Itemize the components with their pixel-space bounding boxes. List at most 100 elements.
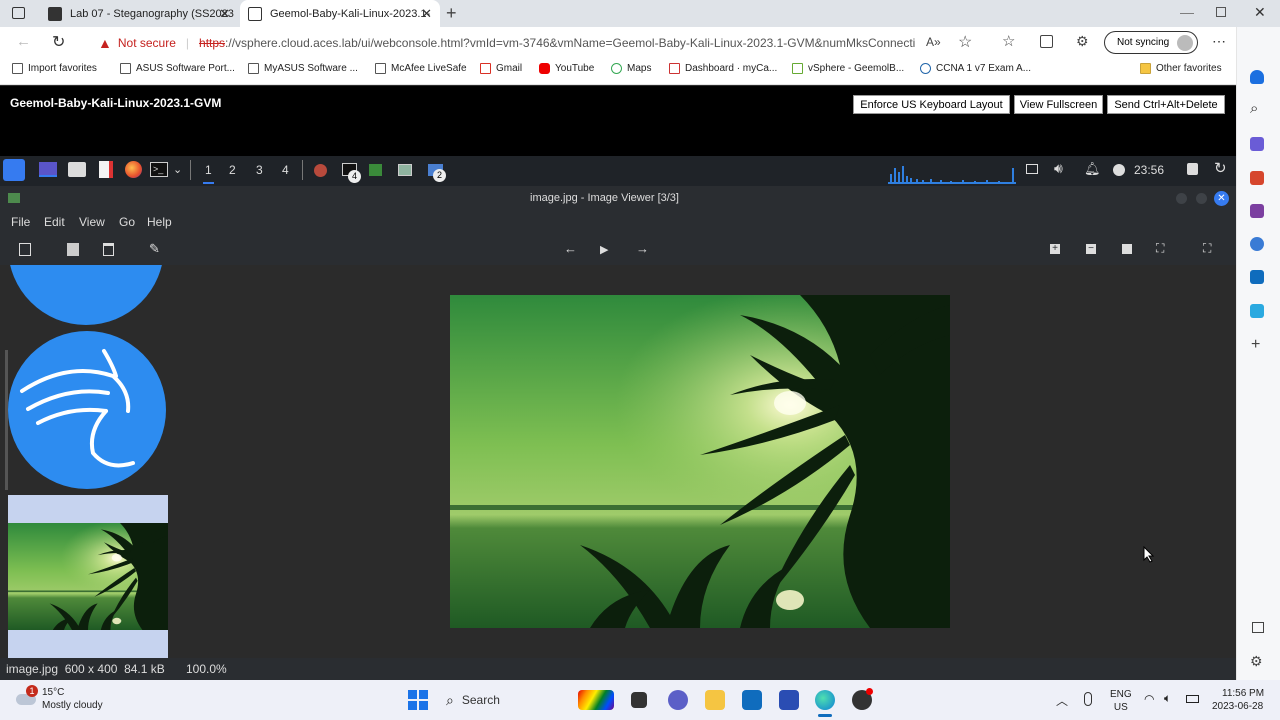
- search-icon[interactable]: ⌕: [1250, 100, 1258, 117]
- lock-icon[interactable]: [1187, 163, 1198, 175]
- wifi-icon[interactable]: ◠: [1144, 692, 1154, 706]
- office-icon[interactable]: [1250, 237, 1264, 251]
- bookmark-asus[interactable]: ASUS Software Port...: [120, 63, 235, 74]
- menu-go[interactable]: Go: [119, 215, 135, 229]
- microphone-icon[interactable]: [1084, 692, 1092, 706]
- send-ctrl-alt-delete-button[interactable]: Send Ctrl+Alt+Delete: [1107, 95, 1225, 114]
- next-icon[interactable]: →: [636, 241, 649, 256]
- minimize-icon[interactable]: —: [1180, 4, 1194, 20]
- bookmark-other-favorites[interactable]: Other favorites: [1140, 63, 1222, 74]
- delete-icon[interactable]: [103, 243, 114, 256]
- enforce-keyboard-button[interactable]: Enforce US Keyboard Layout: [853, 95, 1010, 114]
- bookmark-gmail[interactable]: Gmail: [480, 63, 522, 74]
- thumbnail-kali-2[interactable]: [8, 331, 168, 493]
- favorite-star-icon[interactable]: ☆: [958, 32, 972, 52]
- text-editor-icon[interactable]: [99, 161, 113, 178]
- zoom-in-icon[interactable]: +: [1050, 244, 1060, 254]
- file-manager-icon[interactable]: [68, 162, 86, 177]
- bookmark-youtube[interactable]: YouTube: [539, 63, 594, 74]
- language-indicator[interactable]: ENG US: [1110, 688, 1132, 714]
- display-icon[interactable]: [1026, 164, 1038, 174]
- panel-clock[interactable]: 23:56: [1134, 163, 1164, 177]
- window-icon[interactable]: [12, 7, 25, 19]
- new-tab-icon[interactable]: +: [446, 3, 457, 24]
- bookmark-import[interactable]: Import favorites: [12, 63, 97, 74]
- edge-icon[interactable]: [815, 690, 835, 710]
- add-icon[interactable]: +: [1251, 336, 1260, 354]
- terminal-icon[interactable]: >_: [150, 162, 168, 177]
- workspace-4[interactable]: 4: [282, 163, 289, 177]
- app-window-icon[interactable]: [369, 164, 382, 176]
- tab-lab07[interactable]: Lab 07 - Steganography (SS2023 ✕: [40, 0, 238, 27]
- menu-help[interactable]: Help: [147, 215, 172, 229]
- workspace-1[interactable]: 1: [203, 163, 214, 184]
- kali-menu-icon[interactable]: [3, 159, 25, 181]
- logout-icon[interactable]: ↻: [1214, 159, 1227, 177]
- chess-icon[interactable]: [1250, 204, 1264, 218]
- more-icon[interactable]: ⋯: [1212, 33, 1226, 50]
- menu-edit[interactable]: Edit: [44, 215, 65, 229]
- start-icon[interactable]: [408, 690, 428, 710]
- bookmark-mcafee[interactable]: McAfee LiveSafe: [375, 63, 467, 74]
- menu-file[interactable]: File: [11, 215, 30, 229]
- power-status-icon[interactable]: [1113, 164, 1125, 176]
- read-aloud-icon[interactable]: A»: [926, 35, 941, 49]
- firefox-window-icon[interactable]: [314, 164, 327, 177]
- menu-view[interactable]: View: [79, 215, 105, 229]
- open-icon[interactable]: [19, 243, 31, 256]
- chevron-up-icon[interactable]: ︿: [1056, 692, 1068, 709]
- weather-widget[interactable]: 1 15°C Mostly cloudy: [16, 684, 116, 716]
- previous-icon[interactable]: ←: [564, 241, 577, 256]
- view-fullscreen-button[interactable]: View Fullscreen: [1014, 95, 1103, 114]
- close-tab-icon[interactable]: ✕: [421, 6, 432, 22]
- file-explorer-icon[interactable]: [705, 690, 725, 710]
- battery-icon[interactable]: [1186, 695, 1199, 703]
- tab-vsphere[interactable]: Geemol-Baby-Kali-Linux-2023.1- ✕: [240, 0, 440, 27]
- split-view-icon[interactable]: [1252, 622, 1264, 633]
- workspace-2[interactable]: 2: [229, 163, 236, 177]
- zoom-100-icon[interactable]: ⛶: [1156, 241, 1164, 256]
- bookmark-myasus[interactable]: MyASUS Software ...: [248, 63, 358, 74]
- image-viewer-window-icon[interactable]: [398, 164, 412, 176]
- thumbnail-kali-1[interactable]: [8, 265, 168, 327]
- clock-time[interactable]: 11:56 PM: [1222, 688, 1264, 699]
- bookmark-ccna[interactable]: CCNA 1 v7 Exam A...: [920, 63, 1031, 74]
- chevron-down-icon[interactable]: ⌄: [173, 163, 182, 176]
- zoom-out-icon[interactable]: −: [1086, 244, 1096, 254]
- vs-code-icon[interactable]: [779, 690, 799, 710]
- settings-icon[interactable]: ⚙: [1250, 653, 1263, 670]
- maximize-window-icon[interactable]: [1196, 193, 1207, 204]
- show-desktop-icon[interactable]: [39, 162, 57, 177]
- send-icon[interactable]: [1250, 304, 1264, 318]
- firefox-icon[interactable]: [125, 161, 142, 178]
- close-tab-icon[interactable]: ✕: [219, 6, 230, 22]
- store-icon[interactable]: [742, 690, 762, 710]
- back-icon[interactable]: ←: [16, 33, 31, 50]
- bookmark-vsphere[interactable]: vSphere - GeemolB...: [792, 63, 904, 74]
- speaker-icon[interactable]: 🔈︎: [1164, 691, 1171, 706]
- refresh-icon[interactable]: ↻: [52, 32, 65, 52]
- favorites-icon[interactable]: ☆: [1002, 32, 1015, 50]
- url-field[interactable]: ▲ Not secure | https ://vsphere.cloud.ac…: [84, 31, 996, 54]
- task-view-icon[interactable]: [631, 692, 647, 708]
- collections-icon[interactable]: [1040, 35, 1053, 48]
- notification-icon[interactable]: 🔔︎: [1084, 161, 1101, 177]
- bookmark-maps[interactable]: Maps: [611, 63, 651, 74]
- maximize-icon[interactable]: [1216, 7, 1226, 17]
- tag-icon[interactable]: [1250, 137, 1264, 151]
- extensions-icon[interactable]: ⚙: [1076, 33, 1089, 50]
- outlook-icon[interactable]: [1250, 270, 1264, 284]
- save-icon[interactable]: [67, 243, 79, 256]
- pride-widget-icon[interactable]: [578, 690, 614, 710]
- play-icon[interactable]: ▶: [600, 243, 608, 256]
- chat-icon[interactable]: [668, 690, 688, 710]
- clock-date[interactable]: 2023-06-28: [1212, 701, 1263, 712]
- close-window-icon[interactable]: ✕: [1254, 4, 1266, 21]
- bell-icon[interactable]: [1250, 70, 1264, 84]
- zoom-fit-icon[interactable]: [1122, 244, 1132, 254]
- close-window-icon[interactable]: ✕: [1214, 191, 1229, 206]
- workspace-3[interactable]: 3: [256, 163, 263, 177]
- fullscreen-icon[interactable]: ⛶: [1203, 241, 1211, 256]
- thumbnail-image-selected[interactable]: [8, 495, 168, 658]
- profile-button[interactable]: Not syncing: [1104, 31, 1198, 54]
